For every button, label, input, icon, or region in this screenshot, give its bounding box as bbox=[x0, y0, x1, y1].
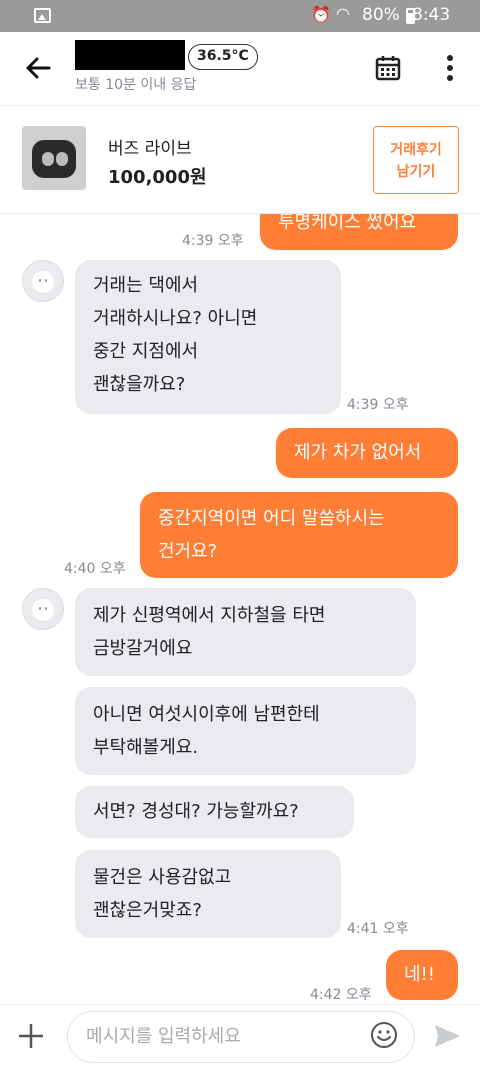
message-time: 4:40 오후 bbox=[64, 561, 126, 577]
avatar[interactable] bbox=[22, 588, 64, 630]
manner-temperature-badge: 36.5°C bbox=[188, 44, 258, 70]
message-time: 4:42 오후 bbox=[310, 987, 372, 1003]
review-button-line: 거래후기 bbox=[390, 142, 442, 158]
message-line: 괜찮은거맞죠? bbox=[93, 900, 202, 921]
status-bar: ⏰ ◠ 80% 8:43 bbox=[0, 0, 480, 32]
message-line: 제가 신평역에서 지하철을 타면 bbox=[93, 605, 326, 626]
back-button[interactable] bbox=[18, 48, 58, 88]
chat-header: 36.5°C 보통 10분 이내 응답 bbox=[0, 32, 480, 106]
user-name-redacted bbox=[75, 40, 185, 70]
plus-button[interactable] bbox=[14, 1019, 48, 1053]
message-line: 서면? 경성대? 가능할까요? bbox=[93, 801, 299, 822]
outgoing-message: 제가 차가 없어서 bbox=[276, 428, 458, 478]
message-line: 네!! bbox=[404, 964, 435, 985]
product-price: 100,000원 bbox=[108, 167, 207, 188]
calendar-icon[interactable] bbox=[374, 54, 402, 82]
send-icon[interactable] bbox=[432, 1021, 462, 1051]
message-time: 4:39 오후 bbox=[347, 397, 409, 413]
outgoing-message: 네!! bbox=[386, 950, 458, 1000]
message-input[interactable]: 메시지를 입력하세요 bbox=[67, 1011, 415, 1063]
message-line: 제가 차가 없어서 bbox=[294, 442, 422, 463]
product-bar[interactable]: 버즈 라이브 100,000원 거래후기 남기기 bbox=[0, 106, 480, 214]
gallery-notification-icon bbox=[34, 8, 51, 23]
chat-message-list[interactable]: 투명케이스 썼어요 4:39 오후 거래는 댁에서 거래하시나요? 아니면 중간… bbox=[0, 214, 480, 1004]
incoming-message: 물건은 사용감없고 괜찮은거맞죠? bbox=[75, 850, 341, 938]
message-line: 거래하시나요? 아니면 bbox=[93, 308, 258, 329]
plus-icon bbox=[19, 1024, 43, 1048]
message-line: 거래는 댁에서 bbox=[93, 275, 199, 296]
message-line: 중간 지점에서 bbox=[93, 341, 199, 362]
incoming-message: 서면? 경성대? 가능할까요? bbox=[75, 786, 354, 838]
message-line: 아니면 여섯시이후에 남편한테 bbox=[93, 704, 320, 725]
outgoing-message: 투명케이스 썼어요 bbox=[260, 214, 458, 250]
message-line: 투명케이스 썼어요 bbox=[278, 214, 417, 233]
alarm-icon: ⏰ bbox=[311, 5, 331, 24]
incoming-message: 제가 신평역에서 지하철을 타면 금방갈거에요 bbox=[75, 588, 416, 676]
leave-review-button[interactable]: 거래후기 남기기 bbox=[373, 126, 459, 194]
message-time: 4:41 오후 bbox=[347, 921, 409, 937]
status-clock: 8:43 bbox=[412, 5, 451, 25]
incoming-message: 거래는 댁에서 거래하시나요? 아니면 중간 지점에서 괜찮을까요? bbox=[75, 260, 341, 414]
message-line: 물건은 사용감없고 bbox=[93, 867, 232, 888]
back-arrow-icon bbox=[26, 57, 51, 79]
more-vertical-icon[interactable] bbox=[440, 52, 460, 84]
battery-percent: 80% bbox=[362, 5, 400, 25]
product-thumbnail[interactable] bbox=[22, 126, 86, 190]
message-line: 건거요? bbox=[158, 541, 218, 562]
outgoing-message: 중간지역이면 어디 말씀하시는 건거요? bbox=[140, 492, 458, 578]
message-line: 중간지역이면 어디 말씀하시는 bbox=[158, 508, 385, 529]
response-time: 보통 10분 이내 응답 bbox=[75, 77, 197, 93]
message-line: 금방갈거에요 bbox=[93, 638, 193, 659]
incoming-message: 아니면 여섯시이후에 남편한테 부탁해볼게요. bbox=[75, 687, 416, 775]
message-line: 부탁해볼게요. bbox=[93, 737, 199, 758]
wifi-icon: ◠ bbox=[336, 4, 350, 23]
emoji-icon[interactable] bbox=[370, 1021, 398, 1049]
product-title: 버즈 라이브 bbox=[108, 139, 192, 159]
message-input-bar: 메시지를 입력하세요 bbox=[0, 1004, 480, 1067]
avatar[interactable] bbox=[22, 260, 64, 302]
review-button-line: 남기기 bbox=[396, 164, 436, 180]
message-time: 4:39 오후 bbox=[182, 233, 244, 249]
message-line: 괜찮을까요? bbox=[93, 374, 186, 395]
